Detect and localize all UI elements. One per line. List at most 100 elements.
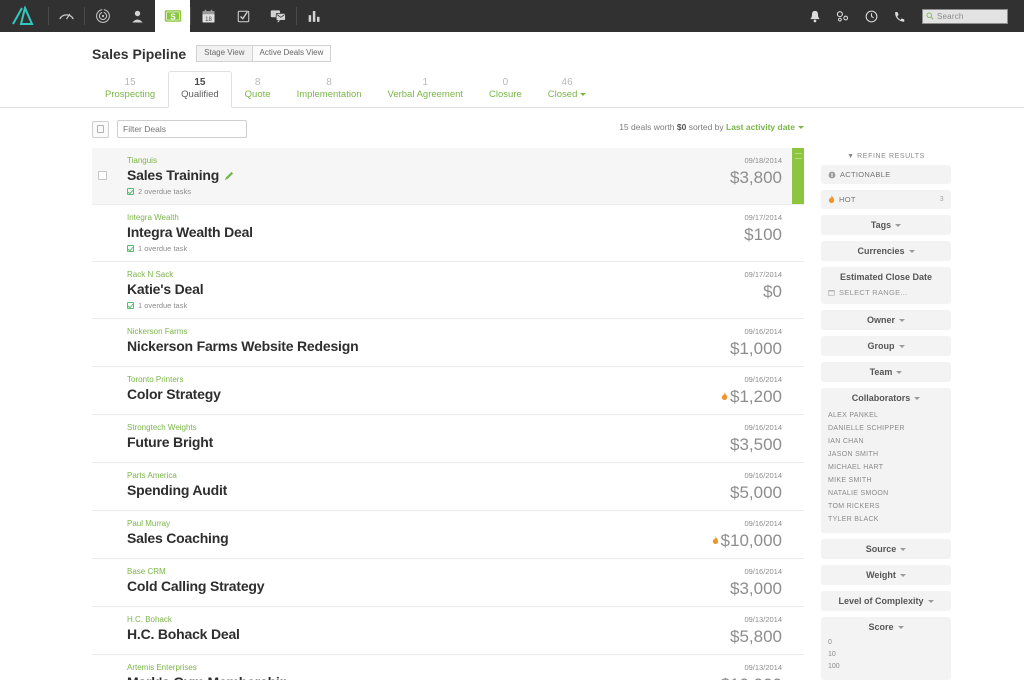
deals-summary: 15 deals worth $0 sorted by Last activit… [619,122,804,132]
deal-info: Integra Wealth Integra Wealth Deal 1 ove… [113,212,674,254]
money-icon[interactable]: S [155,0,190,32]
stage-label: Implementation [296,89,362,100]
filter-estimated-close-date[interactable]: Estimated Close Date SELECT RANGE... [821,267,951,304]
filter-group[interactable]: Group [821,336,951,356]
stage-count: 8 [326,77,332,88]
stage-tab-quote[interactable]: 8 Quote [232,71,284,108]
list-item[interactable]: DANIELLE SCHIPPER [828,422,944,435]
deal-date: 09/16/2014 [744,423,782,432]
list-item[interactable]: MIKE SMITH [828,474,944,487]
deal-company[interactable]: Base CRM [127,566,674,577]
deal-company[interactable]: H.C. Bohack [127,614,674,625]
tags-label: Tags [870,220,892,230]
sort-by-link[interactable]: Last activity date [726,122,795,132]
active-deals-view-button[interactable]: Active Deals View [252,45,332,62]
list-item[interactable]: ALEX PANKEL [828,409,944,422]
stage-tab-verbal-agreement[interactable]: 1 Verbal Agreement [375,71,477,108]
deal-meta: 09/13/2014 $10,000 [674,662,804,680]
filter-collaborators[interactable]: Collaborators ALEX PANKEL DANIELLE SCHIP… [821,388,951,533]
deal-meta: 09/16/2014 $1,200 [674,374,804,407]
deal-amount: $1,200 [730,387,782,406]
stage-tab-prospecting[interactable]: 15 Prospecting [92,71,168,108]
deal-row-future-bright[interactable]: Strongtech Weights Future Bright 09/16/2… [92,415,804,463]
filter-weight[interactable]: Weight [821,565,951,585]
person-icon[interactable] [120,0,155,32]
deal-company[interactable]: Parts America [127,470,674,481]
stage-tab-closed[interactable]: 46 Closed [535,71,600,108]
deal-row-sales-training[interactable]: Tianguis Sales Training 2 overdue tasks … [92,148,804,205]
chevron-down-icon[interactable] [798,126,804,130]
deal-row-katies-deal[interactable]: Rack N Sack Katie's Deal 1 overdue task … [92,262,804,319]
deal-drag-handle[interactable] [792,148,804,204]
deal-amount-wrap: $1,000 [674,338,782,359]
filter-currencies[interactable]: Currencies [821,241,951,261]
list-item[interactable]: NATALIE SMOON [828,487,944,500]
deal-meta: 09/16/2014 $3,500 [674,422,804,455]
deal-company[interactable]: Tianguis [127,155,674,166]
filter-source[interactable]: Source [821,539,951,559]
deal-amount: $1,000 [730,339,782,358]
settings-icon[interactable] [830,0,856,32]
list-item[interactable]: 0 [828,637,944,649]
deal-row-marks-gym-membership[interactable]: Artemis Enterprises Mark's Gym Membershi… [92,655,804,680]
page-header: Sales Pipeline Stage View Active Deals V… [0,32,1024,62]
reports-icon[interactable] [297,0,332,32]
stage-tab-implementation[interactable]: 8 Implementation [284,71,375,108]
filter-tags[interactable]: Tags [821,215,951,235]
phone-icon[interactable] [886,0,912,32]
deal-name: Mark's Gym Membership [127,673,288,680]
calendar-icon[interactable]: 18 [191,0,226,32]
deal-meta: 09/17/2014 $100 [674,212,804,245]
chevron-down-icon[interactable] [580,92,587,96]
deal-checkbox[interactable] [98,171,107,180]
stage-tab-qualified[interactable]: 15 Qualified [168,71,232,108]
deal-row-spending-audit[interactable]: Parts America Spending Audit 09/16/2014 … [92,463,804,511]
filter-owner[interactable]: Owner [821,310,951,330]
messages-icon[interactable] [261,0,296,32]
deal-row-cold-calling-strategy[interactable]: Base CRM Cold Calling Strategy 09/16/201… [92,559,804,607]
stage-count: 1 [422,77,429,88]
deal-row-integra-wealth-deal[interactable]: Integra Wealth Integra Wealth Deal 1 ove… [92,205,804,262]
deal-amount: $100 [744,225,782,244]
deal-row-hc-bohack-deal[interactable]: H.C. Bohack H.C. Bohack Deal 09/13/2014 … [92,607,804,655]
filter-level-of-complexity[interactable]: Level of Complexity [821,591,951,611]
deal-company[interactable]: Nickerson Farms [127,326,674,337]
list-item[interactable]: JASON SMITH [828,448,944,461]
list-item[interactable]: TOM RICKERS [828,500,944,513]
deal-company[interactable]: Artemis Enterprises [127,662,674,673]
stage-count: 8 [254,77,261,88]
deal-amount-wrap: $10,000 [674,674,782,680]
list-item[interactable]: MICHAEL HART [828,461,944,474]
filter-actionable[interactable]: ACTIONABLE [821,165,951,184]
filter-hot[interactable]: HOT 3 [821,190,951,209]
deal-row-sales-coaching[interactable]: Paul Murray Sales Coaching 09/16/2014 $1… [92,511,804,559]
filter-score[interactable]: Score 0 10 100 [821,617,951,680]
deal-row-nickerson-farms-website-redesign[interactable]: Nickerson Farms Nickerson Farms Website … [92,319,804,367]
filter-deals-input[interactable] [117,120,247,138]
deal-company[interactable]: Integra Wealth [127,212,674,223]
deal-company[interactable]: Strongtech Weights [127,422,674,433]
filter-funnel-icon: ▼ [847,153,855,160]
stage-view-button[interactable]: Stage View [196,45,253,62]
target-icon[interactable] [85,0,120,32]
tasks-icon[interactable] [226,0,261,32]
list-item[interactable]: TYLER BLACK [828,513,944,526]
deal-tasks: 1 overdue task [127,300,674,311]
app-logo[interactable] [0,0,48,32]
actionable-label: ACTIONABLE [840,170,891,179]
deal-company[interactable]: Toronto Printers [127,374,674,385]
bell-icon[interactable] [802,0,828,32]
search-input[interactable]: Search [922,8,1008,24]
clock-icon[interactable] [858,0,884,32]
list-item[interactable]: 100 [828,661,944,673]
deal-company[interactable]: Paul Murray [127,518,674,529]
deal-row-color-strategy[interactable]: Toronto Printers Color Strategy 09/16/20… [92,367,804,415]
filter-team[interactable]: Team [821,362,951,382]
dashboard-icon[interactable] [49,0,84,32]
list-item[interactable]: 10 [828,649,944,661]
deal-company[interactable]: Rack N Sack [127,269,674,280]
list-item[interactable]: IAN CHAN [828,435,944,448]
stage-tab-closure[interactable]: 0 Closure [476,71,535,108]
edit-pencil-icon [224,171,234,180]
select-all-checkbox[interactable] [92,120,109,138]
